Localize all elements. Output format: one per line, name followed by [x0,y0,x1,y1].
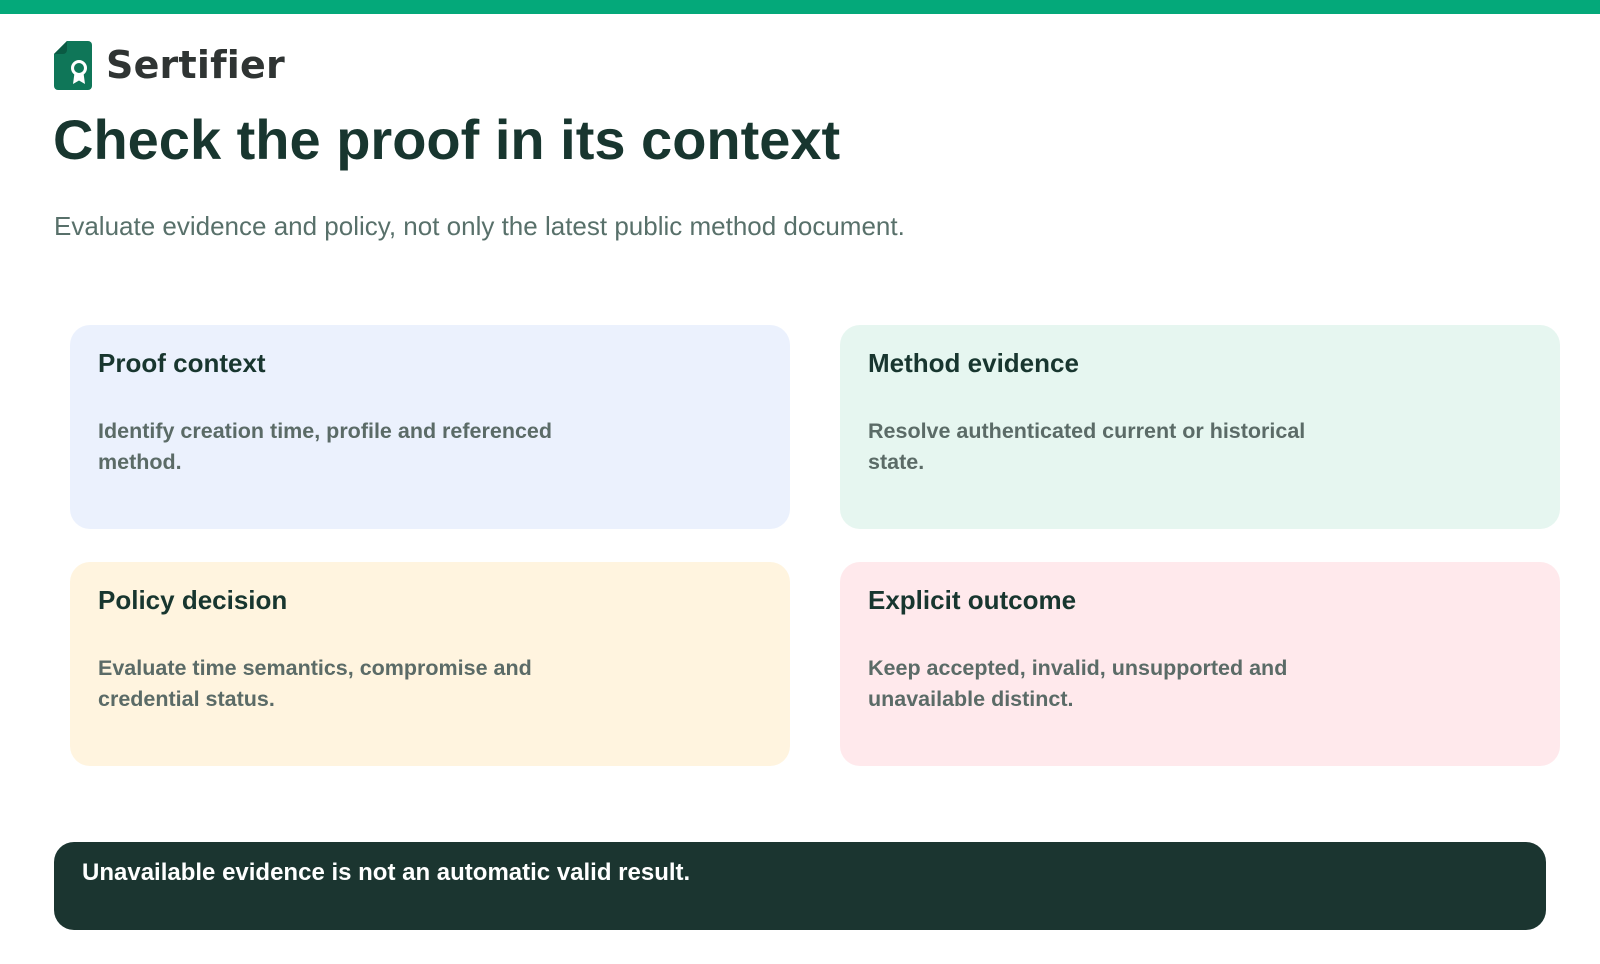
card-method-evidence: Method evidence Resolve authenticated cu… [840,325,1560,529]
card-explicit-outcome: Explicit outcome Keep accepted, invalid,… [840,562,1560,766]
card-title: Proof context [98,348,266,378]
card-title: Explicit outcome [868,585,1077,615]
card-description: Resolve authenticated current or histori… [868,419,1306,474]
slide-page: Sertifier Check the proof in its context… [0,0,1600,964]
callout-banner: Unavailable evidence is not an automatic… [54,842,1546,930]
page-title: Check the proof in its context [53,108,841,171]
brand-logo-lockup: Sertifier [54,40,285,90]
top-accent-bar [0,0,1600,14]
card-title: Policy decision [98,585,288,615]
certificate-badge-icon [54,40,92,90]
card-description: Keep accepted, invalid, unsupported and … [868,656,1288,711]
card-policy-decision: Policy decision Evaluate time semantics,… [70,562,790,766]
callout-text: Unavailable evidence is not an automatic… [82,859,691,886]
page-subtitle: Evaluate evidence and policy, not only t… [54,211,905,241]
card-title: Method evidence [868,348,1079,378]
brand-name: Sertifier [106,43,285,87]
card-proof-context: Proof context Identify creation time, pr… [70,325,790,529]
card-description: Identify creation time, profile and refe… [98,419,552,474]
card-description: Evaluate time semantics, compromise and … [98,656,532,711]
